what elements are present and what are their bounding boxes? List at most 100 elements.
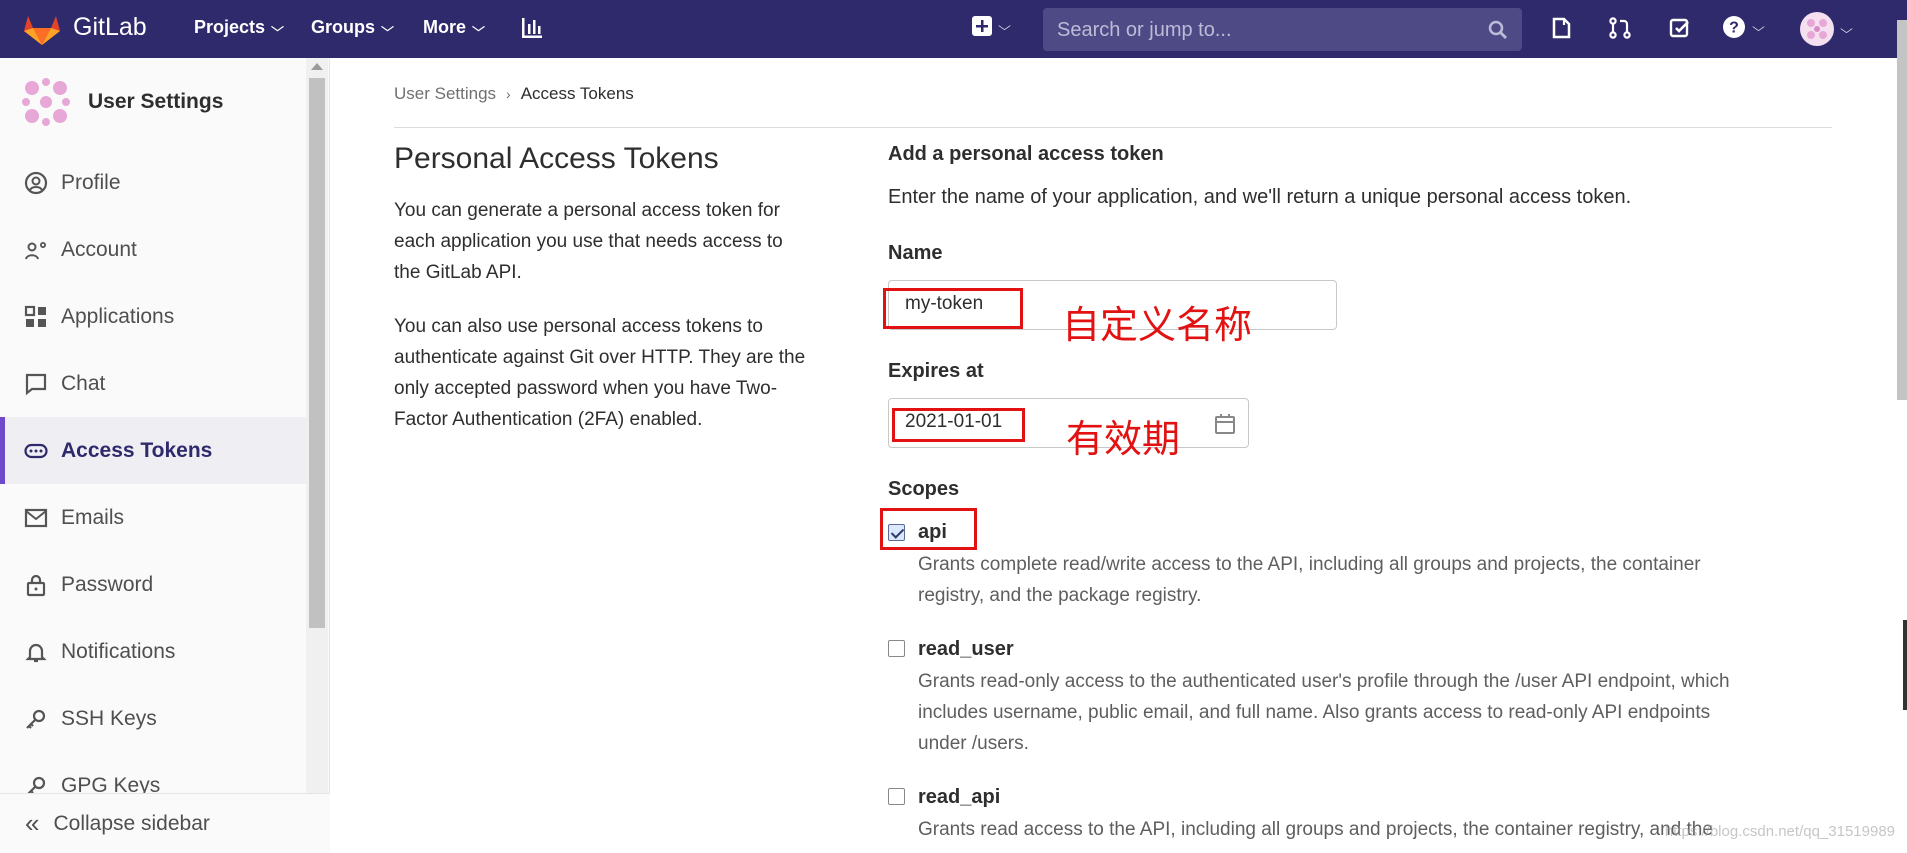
- chevron-down-icon: ⌵: [1840, 21, 1853, 36]
- sidebar-header[interactable]: User Settings: [18, 74, 223, 130]
- sidebar-item-chat[interactable]: Chat: [0, 350, 306, 417]
- sidebar-item-password[interactable]: Password: [0, 551, 306, 618]
- scope-read-user-checkbox[interactable]: [888, 640, 905, 657]
- intro-line: each application you use that needs acce…: [394, 231, 783, 252]
- scope-desc-line: under /users.: [918, 733, 1029, 754]
- activity-chart-icon[interactable]: [520, 16, 544, 40]
- sidebar-title: User Settings: [88, 90, 224, 113]
- scope-api-description: Grants complete read/write access to the…: [918, 549, 1818, 611]
- settings-sidebar: User Settings Profile Account Applicatio…: [0, 58, 330, 853]
- nav-more[interactable]: More ⌵: [423, 17, 485, 38]
- collapse-sidebar-label: Collapse sidebar: [53, 811, 210, 835]
- intro-paragraph-1: You can generate a personal access token…: [394, 195, 854, 288]
- chevron-right-icon: ›: [506, 86, 511, 102]
- token-icon: [23, 438, 49, 464]
- double-chevron-left-icon: «: [25, 808, 40, 838]
- applications-icon: [23, 304, 49, 330]
- page-edge-marker: [1903, 620, 1907, 710]
- scope-desc-line: Grants read-only access to the authentic…: [918, 671, 1730, 692]
- new-item-dropdown[interactable]: ⌵: [972, 16, 1011, 36]
- lock-icon: [23, 572, 49, 598]
- key-icon: [23, 706, 49, 732]
- name-annotation: 自定义名称: [1062, 303, 1253, 347]
- name-label: Name: [888, 242, 943, 264]
- sidebar-item-profile[interactable]: Profile: [0, 149, 306, 216]
- user-menu[interactable]: ⌵: [1800, 12, 1853, 46]
- highlight-box: [883, 288, 1023, 329]
- chevron-down-icon: ⌵: [998, 18, 1011, 33]
- intro-line: authenticate against Git over HTTP. They…: [394, 347, 806, 368]
- sidebar-item-label: SSH Keys: [61, 706, 157, 730]
- highlight-box: [892, 408, 1025, 442]
- nav-projects[interactable]: Projects ⌵: [194, 17, 284, 38]
- search-placeholder: Search or jump to...: [1057, 19, 1232, 41]
- highlight-box: [880, 508, 977, 550]
- scopes-label: Scopes: [888, 478, 960, 500]
- issues-icon[interactable]: [1550, 16, 1574, 40]
- sidebar-item-label: Applications: [61, 304, 175, 328]
- avatar: [18, 74, 74, 130]
- scope-desc-line: includes username, public email, and ful…: [918, 702, 1711, 723]
- calendar-icon[interactable]: [1214, 413, 1236, 435]
- chevron-down-icon: ⌵: [1752, 19, 1765, 34]
- intro-line: the GitLab API.: [394, 262, 522, 283]
- scope-read-api-checkbox[interactable]: [888, 788, 905, 805]
- account-icon: [23, 237, 49, 263]
- page-scrollbar-thumb[interactable]: [1897, 20, 1907, 400]
- sidebar-item-label: Profile: [61, 170, 121, 194]
- breadcrumb-divider: [394, 127, 1832, 128]
- page-title: Personal Access Tokens: [394, 142, 719, 175]
- chevron-down-icon: ⌵: [381, 20, 394, 34]
- help-icon: ?: [1723, 16, 1745, 38]
- sidebar-item-label: Emails: [61, 505, 125, 529]
- chat-icon: [23, 371, 49, 397]
- nav-groups-label: Groups: [311, 17, 376, 37]
- scope-read-user-name: read_user: [918, 638, 1014, 660]
- brand-name[interactable]: GitLab: [73, 13, 147, 42]
- nav-more-label: More: [423, 17, 467, 37]
- sidebar-item-label: Access Tokens: [61, 438, 213, 462]
- search-input[interactable]: Search or jump to...: [1043, 8, 1522, 51]
- sidebar-item-access-tokens[interactable]: Access Tokens: [0, 417, 306, 484]
- scope-read-api-name: read_api: [918, 786, 1001, 808]
- merge-request-icon[interactable]: [1608, 16, 1632, 40]
- form-heading: Add a personal access token: [888, 143, 1164, 165]
- sidebar-item-notifications[interactable]: Notifications: [0, 618, 306, 685]
- scope-desc-line: registry, and the package registry.: [918, 585, 1202, 606]
- sidebar-item-account[interactable]: Account: [0, 216, 306, 283]
- scope-desc-line: Grants complete read/write access to the…: [918, 554, 1701, 575]
- breadcrumb: User Settings › Access Tokens: [394, 84, 634, 104]
- form-subheading: Enter the name of your application, and …: [888, 186, 1632, 208]
- expires-label: Expires at: [888, 360, 984, 382]
- breadcrumb-current[interactable]: Access Tokens: [521, 84, 634, 104]
- top-navbar: GitLab Projects ⌵ Groups ⌵ More ⌵ ⌵ Sear…: [0, 0, 1907, 58]
- sidebar-item-applications[interactable]: Applications: [0, 283, 306, 350]
- collapse-sidebar-button[interactable]: « Collapse sidebar: [0, 793, 330, 853]
- scrollbar-thumb[interactable]: [309, 78, 325, 628]
- sidebar-item-ssh-keys[interactable]: SSH Keys: [0, 685, 306, 752]
- todo-icon[interactable]: [1668, 16, 1692, 40]
- sidebar-item-label: Password: [61, 572, 154, 596]
- breadcrumb-parent[interactable]: User Settings: [394, 84, 496, 104]
- avatar: [1800, 12, 1834, 46]
- nav-projects-label: Projects: [194, 17, 266, 37]
- chevron-down-icon: ⌵: [472, 20, 485, 34]
- sidebar-item-label: Notifications: [61, 639, 176, 663]
- intro-paragraph-2: You can also use personal access tokens …: [394, 311, 854, 435]
- nav-groups[interactable]: Groups ⌵: [311, 17, 394, 38]
- gitlab-logo-icon[interactable]: [22, 12, 62, 46]
- sidebar-item-emails[interactable]: Emails: [0, 484, 306, 551]
- sidebar-scrollbar[interactable]: [306, 58, 328, 853]
- mail-icon: [23, 505, 49, 531]
- bell-icon: [23, 639, 49, 665]
- svg-text:?: ?: [1729, 20, 1739, 37]
- intro-line: Factor Authentication (2FA) enabled.: [394, 409, 703, 430]
- chevron-down-icon: ⌵: [271, 20, 284, 34]
- scroll-up-arrow-icon[interactable]: [311, 63, 323, 70]
- expires-annotation: 有效期: [1066, 417, 1181, 461]
- scope-read-user-description: Grants read-only access to the authentic…: [918, 666, 1818, 759]
- intro-line: only accepted password when you have Two…: [394, 378, 778, 399]
- help-dropdown[interactable]: ? ⌵: [1722, 15, 1765, 39]
- plus-square-icon: [972, 16, 992, 36]
- intro-line: You can generate a personal access token…: [394, 200, 780, 221]
